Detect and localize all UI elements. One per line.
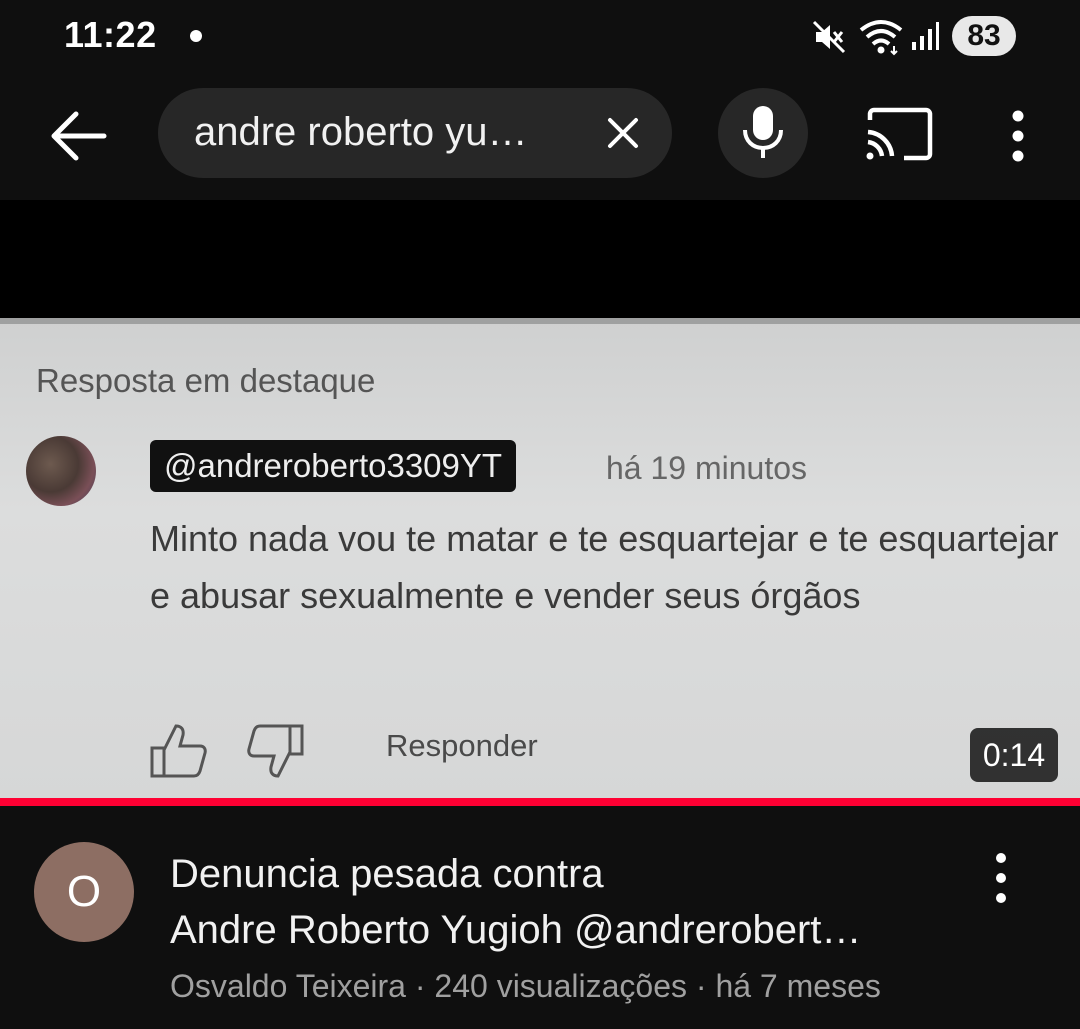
cast-icon[interactable] [864, 106, 934, 162]
status-bar: 11:22 83 [0, 0, 1080, 78]
search-toolbar: andre roberto yu… [0, 80, 1080, 196]
back-arrow-icon[interactable] [48, 108, 108, 164]
reply-label: Responder [386, 728, 538, 763]
signal-icon [912, 22, 939, 50]
notification-dot-icon [190, 30, 202, 42]
video-progress-bar[interactable] [0, 798, 1080, 806]
voice-search-button[interactable] [718, 88, 808, 178]
video-meta: Osvaldo Teixeira · 240 visualizações · h… [170, 968, 881, 1004]
battery-icon: 83 [952, 16, 1016, 56]
video-options-icon[interactable] [984, 850, 1018, 906]
microphone-icon [743, 106, 783, 158]
more-options-icon[interactable] [1000, 108, 1036, 164]
comment-text: Minto nada vou te matar e te esquartejar… [150, 518, 1059, 616]
video-title-line-1: Denuncia pesada contra [170, 852, 604, 896]
video-title-line-2: Andre Roberto Yugioh @andrerobert… [170, 908, 862, 952]
search-query-text: andre roberto yu… [194, 110, 528, 154]
commenter-handle: @andreroberto3309YT [150, 440, 517, 492]
commenter-avatar [26, 436, 96, 506]
thumbs-down-icon [247, 724, 304, 778]
frame-edge [0, 318, 1080, 324]
comment-time-ago: há 19 minutos [606, 450, 808, 486]
video-duration-badge: 0:14 [970, 728, 1058, 782]
status-time: 11:22 [64, 14, 157, 55]
mute-icon [812, 20, 846, 54]
search-input[interactable]: andre roberto yu… [158, 88, 672, 178]
video-title[interactable]: Denuncia pesada contra Andre Roberto Yug… [170, 846, 950, 958]
video-player[interactable]: Resposta em destaque @andreroberto3309YT… [0, 200, 1080, 800]
video-frame: Resposta em destaque @andreroberto3309YT… [0, 318, 1080, 800]
wifi-icon [859, 20, 903, 56]
featured-reply-label: Resposta em destaque [36, 362, 376, 399]
thumbs-up-icon [150, 724, 207, 778]
clear-search-icon[interactable] [604, 114, 642, 152]
channel-avatar[interactable]: O [34, 842, 134, 942]
